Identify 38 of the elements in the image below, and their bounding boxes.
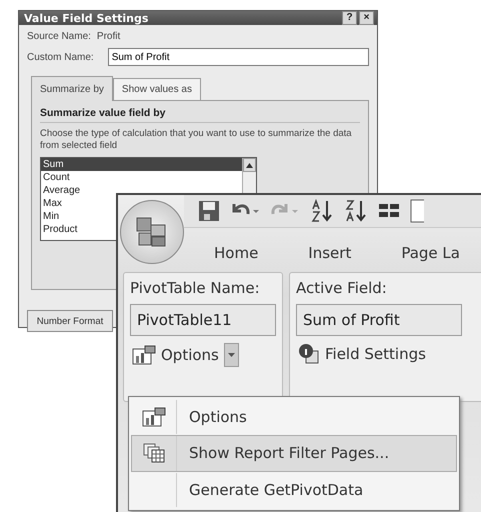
caret-icon	[228, 353, 235, 357]
options-button[interactable]: Options	[130, 343, 241, 367]
ribbon-tab[interactable]: Insert	[308, 244, 352, 264]
field-label: Source Name:	[27, 31, 91, 42]
info-icon	[298, 343, 320, 365]
section-title: Summarize value field by	[40, 107, 360, 123]
up-arrow-icon	[246, 162, 253, 168]
field-settings-button[interactable]: Field Settings	[296, 343, 428, 365]
grid-icon[interactable]	[378, 202, 400, 220]
help-button[interactable]: ?	[342, 11, 357, 25]
pivottable-name-field[interactable]: PivotTable11	[130, 304, 276, 336]
list-item[interactable]: Sum	[41, 158, 242, 171]
save-icon[interactable]	[198, 200, 220, 222]
field-label: Custom Name:	[27, 52, 94, 62]
menu-item[interactable]: Show Report Filter Pages...	[131, 435, 457, 472]
page-icon[interactable]	[410, 199, 424, 223]
custom-name-field[interactable]: Sum of Profit	[108, 48, 369, 66]
chart-icon	[132, 344, 156, 366]
window-title: Value Field Settings	[24, 12, 150, 24]
close-button[interactable]: ×	[359, 11, 374, 25]
list-item[interactable]: Average	[41, 184, 242, 197]
group-label: Active Field:	[296, 279, 388, 297]
ribbon-tab[interactable]: Home	[214, 244, 258, 264]
description: Choose the type of calculation that you want to use to summarize the data from selected field	[40, 128, 353, 152]
group-label: PivotTable Name:	[130, 279, 261, 297]
number-format-button[interactable]: Number Format	[27, 310, 113, 332]
active-field-field[interactable]: Sum of Profit	[296, 304, 462, 336]
ribbon-tab[interactable]: Page La	[401, 244, 460, 264]
menu-item[interactable]: Options	[131, 399, 457, 436]
menu-item[interactable]: Generate GetPivotData	[131, 472, 457, 508]
pages-icon	[143, 443, 165, 464]
tab[interactable]: Summarize by	[31, 76, 113, 101]
chart-icon	[142, 406, 166, 428]
list-item[interactable]: Count	[41, 171, 242, 184]
sort-ascending-icon[interactable]	[310, 199, 334, 223]
source-name-value: Profit	[96, 31, 120, 42]
tab[interactable]: Show values as	[112, 78, 201, 101]
sort-descending-icon[interactable]	[344, 199, 368, 223]
